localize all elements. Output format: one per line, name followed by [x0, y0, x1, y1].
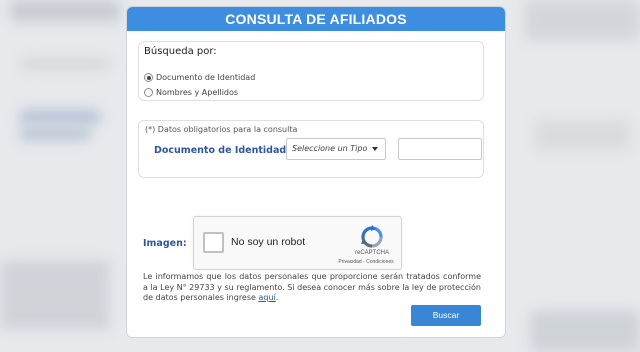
select-value: Seleccione un Tipo — [292, 144, 368, 153]
bg-blur-shape — [525, 0, 640, 40]
bg-blur-shape — [20, 128, 90, 140]
radio-documento-identidad[interactable]: Documento de Identidad — [144, 73, 255, 82]
captcha-text: No soy un robot — [231, 236, 306, 248]
radio-unselected-icon[interactable] — [144, 88, 153, 97]
chevron-down-icon — [372, 147, 378, 151]
radio-label: Nombres y Apellidos — [156, 88, 239, 97]
radio-label: Documento de Identidad — [156, 73, 256, 82]
affiliate-search-card: CONSULTA DE AFILIADOS Búsqueda por: Docu… — [126, 6, 506, 338]
required-note: (*) Datos obligatorios para la consulta — [145, 125, 298, 134]
recaptcha-widget: No soy un robot reCAPTCHA Privacidad - C… — [193, 216, 402, 270]
search-button[interactable]: Buscar — [411, 305, 481, 326]
recaptcha-terms-link[interactable]: Privacidad - Condiciones — [330, 259, 402, 265]
bg-blur-shape — [20, 110, 100, 124]
recaptcha-logo-icon — [361, 225, 383, 248]
radio-nombres-apellidos[interactable]: Nombres y Apellidos — [144, 88, 238, 97]
radio-selected-icon[interactable] — [144, 73, 153, 82]
bg-blur-shape — [535, 120, 630, 150]
bg-blur-shape — [0, 260, 110, 330]
document-label: Documento de Identidad: — [154, 145, 290, 156]
bg-blur-shape — [10, 0, 120, 22]
captcha-label: Imagen: — [143, 238, 187, 249]
document-number-input[interactable] — [398, 138, 482, 160]
privacy-link[interactable]: aquí — [258, 293, 275, 302]
document-type-select[interactable]: Seleccione un Tipo — [286, 138, 386, 160]
recaptcha-brand: reCAPTCHA — [354, 250, 389, 256]
captcha-checkbox[interactable] — [203, 232, 224, 253]
privacy-text: Le informamos que los datos personales q… — [143, 272, 481, 302]
privacy-period: . — [275, 293, 279, 302]
required-fields-panel: (*) Datos obligatorios para la consulta … — [138, 120, 484, 178]
search-by-label: Búsqueda por: — [144, 46, 217, 57]
privacy-notice: Le informamos que los datos personales q… — [143, 272, 481, 304]
search-type-panel: Búsqueda por: Documento de Identidad Nom… — [138, 41, 484, 101]
card-title: CONSULTA DE AFILIADOS — [127, 7, 505, 31]
bg-blur-shape — [530, 310, 640, 352]
bg-blur-shape — [20, 60, 110, 68]
